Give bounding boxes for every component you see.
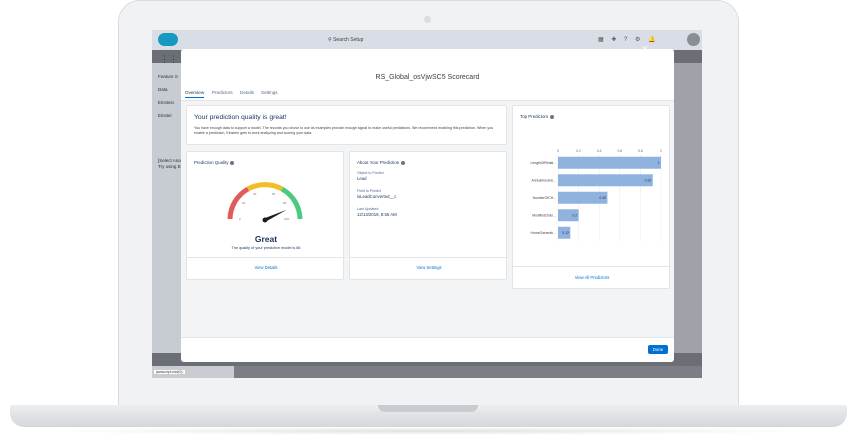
top-predictors-card: Top Predictors 0 0.2 0.4 0.6 0.8 1 LengthOfRel… bbox=[512, 105, 671, 289]
x-tick-label: 1 bbox=[660, 149, 662, 153]
modal-tabs: Overview Predictors Details Settings bbox=[181, 89, 674, 101]
gauge-yellow-arc bbox=[246, 182, 284, 192]
cloud-logo-icon bbox=[158, 33, 178, 46]
app-header: ⚲ Search Setup ▦ ✚ ? ⚙ 🔔 bbox=[152, 30, 702, 50]
global-search-input[interactable]: ⚲ Search Setup bbox=[328, 35, 448, 45]
gauge-tick-60: 60 bbox=[272, 192, 276, 196]
tab-predictors[interactable]: Predictors bbox=[212, 90, 233, 95]
predictor-value-label: 0.92 bbox=[645, 178, 652, 182]
x-tick-label: 0.6 bbox=[617, 149, 622, 153]
prediction-quality-card: Prediction Quality 0 20 40 60 80 100 Gre… bbox=[186, 151, 345, 280]
about-prediction-title-text: About Your Prediction bbox=[357, 160, 400, 165]
x-tick-label: 0.4 bbox=[597, 149, 602, 153]
quality-gauge: 0 20 40 60 80 100 bbox=[227, 182, 303, 223]
card-divider bbox=[350, 257, 508, 258]
laptop-shadow bbox=[40, 427, 817, 435]
x-tick-label: 0.2 bbox=[576, 149, 581, 153]
view-details-link[interactable]: View Details bbox=[187, 265, 345, 270]
camera-dot bbox=[424, 16, 431, 23]
modal-title: RS_Global_osVjwSC5 Scorecard bbox=[375, 74, 480, 81]
quality-caption: The quality of your predictive model is … bbox=[231, 246, 301, 250]
screen: ⚲ Search Setup ▦ ✚ ? ⚙ 🔔 ⋮⋮⋮ Feature S D… bbox=[152, 30, 702, 378]
gauge-tick-40: 40 bbox=[253, 192, 257, 196]
gauge-tick-100: 100 bbox=[284, 217, 289, 221]
predictor-label: HomeOwnersh... bbox=[531, 231, 556, 235]
tree-item-data[interactable]: Data bbox=[158, 83, 178, 96]
updated-value: 12/13/2019, 8:55 AM bbox=[357, 212, 397, 217]
predictors-chart: 0 0.2 0.4 0.6 0.8 1 LengthOfRelati... 1 AnnualIn… bbox=[531, 149, 662, 242]
search-placeholder: Search Setup bbox=[333, 37, 364, 43]
setup-tree: Feature S Data Einstein Einstei bbox=[158, 70, 178, 122]
predictor-value-label: 1 bbox=[658, 161, 660, 165]
done-button[interactable]: Done bbox=[648, 345, 668, 354]
tab-details[interactable]: Details bbox=[240, 90, 254, 95]
predictor-label: ModifiedChan... bbox=[532, 213, 556, 217]
predictor-label: NumberOfCH... bbox=[533, 196, 556, 200]
predictor-value-label: 0.12 bbox=[562, 231, 569, 235]
right-panel bbox=[673, 63, 702, 353]
info-icon[interactable] bbox=[230, 160, 235, 165]
about-prediction-title: About Your Prediction bbox=[357, 160, 406, 165]
top-predictors-title-text: Top Predictors bbox=[520, 114, 549, 119]
card-divider bbox=[513, 266, 671, 267]
predictor-value-label: 0.2 bbox=[572, 213, 577, 217]
field-label: Field to Predict bbox=[357, 189, 381, 193]
gauge-tick-20: 20 bbox=[242, 201, 246, 205]
about-prediction-card: About Your Prediction Object to Predict … bbox=[349, 151, 508, 280]
avatar[interactable] bbox=[687, 33, 700, 46]
left-note-2: Try using Ei bbox=[158, 164, 182, 169]
gauge-tick-0: 0 bbox=[239, 217, 241, 221]
predictor-value-label: 0.48 bbox=[599, 196, 606, 200]
predictor-bar bbox=[558, 174, 653, 187]
modal-footer-divider bbox=[181, 337, 674, 338]
object-label: Object to Predict bbox=[357, 171, 384, 175]
tab-overview[interactable]: Overview bbox=[185, 90, 205, 98]
gauge-hub bbox=[262, 217, 268, 223]
prediction-quality-title: Prediction Quality bbox=[194, 160, 235, 165]
card-divider bbox=[187, 257, 345, 258]
header-utility-icons[interactable]: ▦ ✚ ? ⚙ 🔔 bbox=[598, 36, 659, 43]
tree-item-einstein[interactable]: Einstein bbox=[158, 96, 178, 109]
top-predictors-title: Top Predictors bbox=[520, 114, 555, 119]
status-link: javascript:void(0); bbox=[154, 370, 186, 374]
quality-summary-card: Your prediction quality is great! You ha… bbox=[186, 105, 507, 145]
object-value: Lead bbox=[357, 176, 367, 181]
view-all-predictors-link[interactable]: View All Predictors bbox=[513, 275, 671, 280]
quality-rating: Great bbox=[254, 234, 278, 244]
gauge-tick-80: 80 bbox=[283, 201, 287, 205]
field-value: isLeadConverted__c bbox=[357, 194, 397, 199]
laptop-notch bbox=[378, 405, 478, 412]
info-icon[interactable] bbox=[401, 160, 406, 165]
close-icon[interactable]: ✕ bbox=[641, 44, 649, 55]
predictor-bar bbox=[558, 156, 661, 169]
predictor-label: AnnualIncome... bbox=[531, 178, 556, 182]
view-settings-link[interactable]: View Settings bbox=[350, 265, 508, 270]
quality-description: You have enough data to support a model.… bbox=[194, 126, 494, 135]
tab-settings[interactable]: Settings bbox=[261, 90, 278, 95]
predictor-label: LengthOfRelati... bbox=[531, 161, 557, 165]
scorecard-modal: RS_Global_osVjwSC5 Scorecard Overview Pr… bbox=[181, 49, 674, 362]
updated-label: Last Updated bbox=[357, 207, 379, 211]
modal-body: Your prediction quality is great! You ha… bbox=[181, 101, 674, 337]
x-tick-label: 0.8 bbox=[638, 149, 643, 153]
bottom-bar bbox=[152, 366, 702, 378]
prediction-quality-title-text: Prediction Quality bbox=[194, 160, 229, 165]
quality-headline: Your prediction quality is great! bbox=[194, 114, 287, 121]
tree-item-einstein-sub[interactable]: Einstei bbox=[158, 109, 178, 122]
left-notes: [Select Anal Try using Ei bbox=[158, 158, 182, 170]
info-icon[interactable] bbox=[550, 114, 555, 119]
tree-item-feature[interactable]: Feature S bbox=[158, 70, 178, 83]
x-tick-label: 0 bbox=[557, 149, 559, 153]
